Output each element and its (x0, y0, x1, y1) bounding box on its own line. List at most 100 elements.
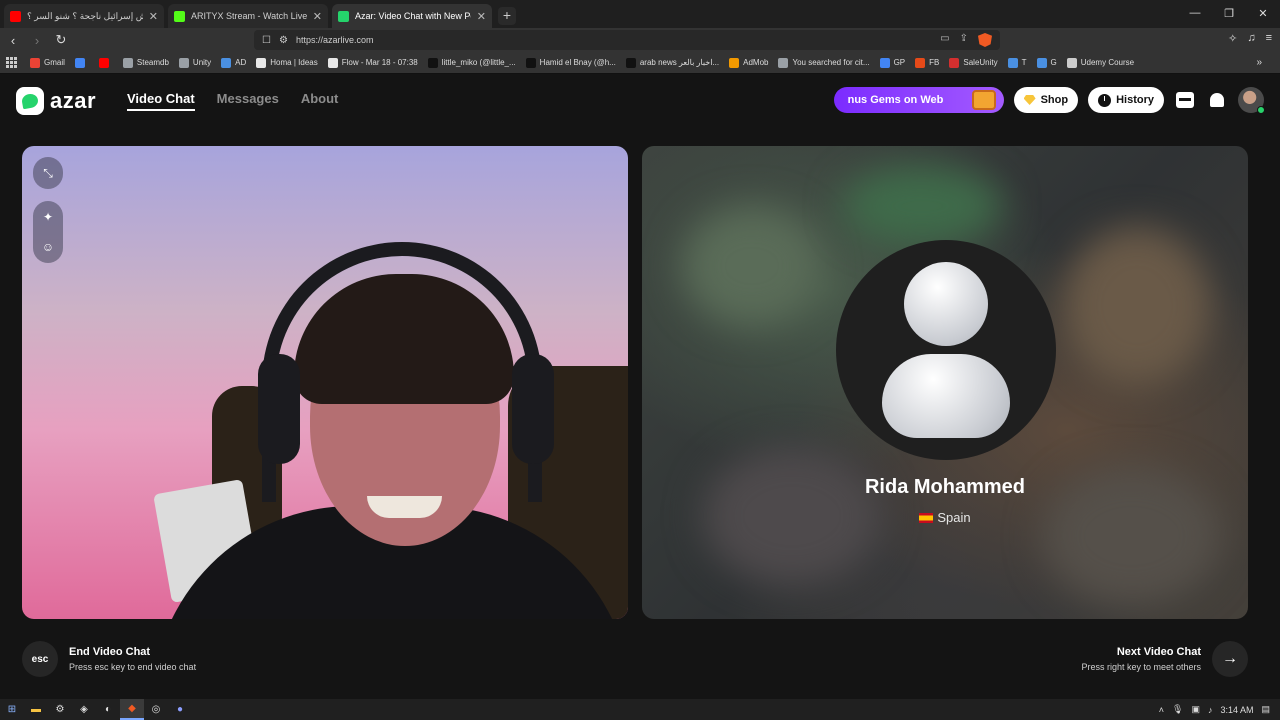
bookmark-item[interactable]: SaleUnity (949, 57, 998, 68)
new-tab-button[interactable]: + (498, 7, 516, 25)
bookmark-item[interactable] (74, 57, 89, 68)
brave-taskbar-icon[interactable]: ◆ (120, 699, 144, 720)
bookmark-label: FB (929, 58, 940, 67)
bookmark-favicon-icon (625, 57, 636, 68)
bookmark-item[interactable] (98, 57, 113, 68)
user-avatar[interactable] (1238, 87, 1265, 114)
inbox-icon (1176, 92, 1194, 108)
nav-about[interactable]: About (301, 91, 339, 111)
microphone-icon[interactable]: 🎙 (1172, 704, 1183, 715)
end-chat-button[interactable]: esc (22, 641, 58, 677)
bookmark-favicon-icon (427, 57, 438, 68)
azar-logo[interactable]: azar (16, 87, 96, 115)
app-icon[interactable]: ◎ (144, 699, 168, 720)
menu-icon[interactable]: ≡ (1266, 32, 1272, 45)
bookmark-favicon-icon (327, 57, 338, 68)
bookmark-favicon-icon (1036, 57, 1047, 68)
bookmark-item[interactable]: Flow - Mar 18 - 07:38 (327, 57, 418, 68)
settings-icon[interactable]: ⚙ (48, 699, 72, 720)
file-explorer-icon[interactable]: ▬ (24, 699, 48, 720)
close-tab-icon[interactable]: ✕ (313, 10, 322, 23)
bookmark-item[interactable]: Udemy Course (1066, 57, 1135, 68)
close-window-icon[interactable]: ✕ (1246, 0, 1280, 26)
reload-icon[interactable]: ↻ (50, 29, 72, 51)
collapse-screen-icon[interactable]: ⤡ (40, 165, 56, 181)
unity-icon[interactable]: ◈ (72, 699, 96, 720)
start-icon[interactable]: ⊞ (0, 699, 24, 720)
close-tab-icon[interactable]: ✕ (477, 10, 486, 23)
bookmark-item[interactable]: Unity (178, 57, 211, 68)
bookmark-item[interactable]: little_miko (@little_... (427, 57, 516, 68)
magic-wand-icon[interactable]: ✦ (40, 209, 56, 225)
gem-icon (1023, 95, 1036, 105)
clock-icon (1098, 93, 1112, 107)
inbox-button[interactable] (1174, 89, 1196, 111)
azar-favicon-icon (338, 10, 349, 22)
bookmark-item[interactable]: Steamdb (122, 57, 169, 68)
bookmark-item[interactable]: GP (879, 57, 905, 68)
bell-icon (1210, 93, 1224, 107)
default-avatar-icon (904, 262, 988, 346)
bookmark-label: Gmail (44, 58, 65, 67)
next-chat-info: Next Video Chat Press right key to meet … (1081, 646, 1201, 672)
spain-flag-icon (919, 512, 934, 523)
apps-grid-icon[interactable] (6, 56, 18, 69)
tab-title: ARITYX Stream - Watch Live on Kick (191, 11, 307, 21)
bookmark-label: AdMob (743, 58, 769, 67)
bookmark-item[interactable]: arab news اخبار بالعر... (625, 57, 719, 68)
history-button[interactable]: History (1088, 87, 1164, 113)
browser-tab-2[interactable]: ARITYX Stream - Watch Live on Kick ✕ (168, 4, 328, 28)
volume-icon[interactable]: ♪ (1208, 705, 1213, 715)
address-bar[interactable]: ☐ ⚙ https://azarlive.com ▭ ⇪ (254, 30, 1000, 50)
site-info-icon[interactable]: ⚙ (279, 35, 288, 46)
logo-text: azar (50, 88, 97, 113)
more-bookmarks-icon[interactable]: » (1256, 57, 1262, 68)
restore-icon[interactable]: ❐ (1212, 0, 1246, 26)
bookmark-favicon-icon (525, 57, 536, 68)
notification-center-icon[interactable]: ▤ (1261, 704, 1270, 715)
next-chat-button[interactable]: → (1212, 641, 1248, 677)
bookmark-item[interactable]: T (1007, 57, 1027, 68)
bookmark-label: T (1021, 58, 1027, 67)
share-icon[interactable]: ⇪ (960, 33, 968, 47)
notifications-button[interactable] (1206, 89, 1228, 111)
bookmark-item[interactable]: Homa | Ideas (256, 57, 318, 68)
bookmark-label: Udemy Course (1080, 58, 1135, 67)
back-icon[interactable]: ‹ (2, 29, 24, 51)
browser-tab-3[interactable]: Azar: Video Chat with New Pe ✕ (332, 4, 492, 28)
nav-messages[interactable]: Messages (217, 91, 279, 111)
forward-icon[interactable]: › (26, 29, 48, 51)
bookmark-item[interactable]: FB (915, 57, 940, 68)
bookmark-item[interactable]: G (1036, 57, 1057, 68)
online-status-dot (1257, 106, 1265, 114)
media-icon[interactable]: ♫ (1247, 32, 1255, 45)
gems-promo-banner[interactable]: nus Gems on Web (833, 87, 1004, 113)
nav-video-chat[interactable]: Video Chat (127, 91, 195, 111)
tray-overflow-icon[interactable]: ˄ (1159, 705, 1164, 715)
youtube-icon (10, 10, 21, 22)
bookmark-item[interactable]: AdMob (729, 57, 769, 68)
bookmark-item[interactable]: Hamid el Bnay (@h... (525, 57, 616, 68)
cast-icon[interactable]: ▭ (940, 33, 949, 47)
bookmark-item[interactable]: You searched for cit... (778, 57, 870, 68)
url-text[interactable]: https://azarlive.com (296, 35, 932, 45)
minimize-icon[interactable]: — (1178, 0, 1212, 26)
browser-tab-1[interactable]: علاش إسرائيل ناجحة ؟ شنو السر ؟ - ...be … (4, 4, 164, 28)
network-icon[interactable]: ▣ (1191, 704, 1200, 715)
bookmark-item[interactable]: AD (221, 57, 246, 68)
bookmark-label: Hamid el Bnay (@h... (539, 58, 616, 67)
brave-shields-icon[interactable] (978, 33, 992, 47)
bookmark-page-icon[interactable]: ☐ (262, 35, 271, 46)
face-filter-icon[interactable]: ☺ (40, 239, 56, 255)
clock-time[interactable]: 3:14 AM (1220, 705, 1253, 715)
bookmark-item[interactable]: Gmail (30, 57, 65, 68)
shop-button[interactable]: Shop (1013, 87, 1079, 113)
bookmark-favicon-icon (30, 57, 40, 68)
close-tab-icon[interactable]: ✕ (149, 10, 158, 23)
tab-title: علاش إسرائيل ناجحة ؟ شنو السر ؟ - ...be (27, 10, 143, 21)
discord-icon[interactable]: ● (168, 699, 192, 720)
extensions-icon[interactable]: ✧ (1228, 32, 1237, 45)
steam-icon[interactable]: ◐ (96, 699, 120, 720)
bookmark-favicon-icon (915, 57, 926, 68)
treasure-chest-icon (971, 90, 996, 110)
